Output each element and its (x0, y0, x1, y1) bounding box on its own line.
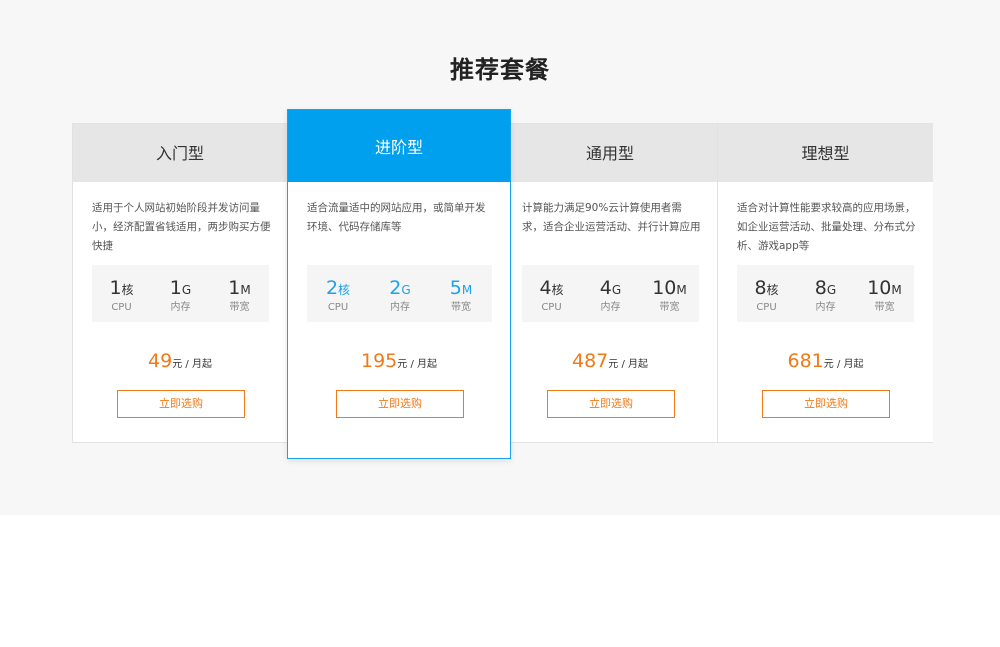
buy-button[interactable]: 立即选购 (547, 390, 675, 418)
price-amount: 49 (148, 350, 173, 372)
spec-value: 1 (228, 277, 241, 299)
plan-price: 487元 / 月起 (503, 350, 717, 372)
spec-label: CPU (756, 302, 777, 313)
plan-price: 681元 / 月起 (718, 350, 933, 372)
spec-value: 4 (599, 277, 612, 299)
plan-name: 进阶型 (288, 110, 510, 182)
plan-specs: 4核 CPU 4G 内存 10M 带宽 (522, 265, 699, 322)
spec-unit: 核 (338, 283, 351, 297)
spec-value: 8 (754, 277, 767, 299)
spec-value: 10 (652, 277, 677, 299)
buy-button[interactable]: 立即选购 (336, 390, 464, 418)
spec-unit: M (676, 283, 687, 297)
spec-unit: G (611, 283, 622, 297)
spec-unit: 核 (766, 283, 779, 297)
spec-unit: 核 (121, 283, 134, 297)
spec-label: 内存 (600, 302, 621, 313)
spec-cpu: 8核 CPU (737, 265, 796, 322)
spec-value: 2 (325, 277, 339, 299)
plan-specs: 2核 CPU 2G 内存 5M 带宽 (307, 265, 492, 322)
plan-description: 计算能力满足90%云计算使用者需求，适合企业运营活动、并行计算应用 (522, 202, 701, 233)
spec-cpu: 4核 CPU (522, 265, 581, 322)
spec-value: 2 (389, 277, 402, 299)
spec-unit: G (181, 283, 192, 297)
plan-description: 适合流量适中的网站应用，或简单开发环境、代码存储库等 (307, 202, 486, 233)
price-suffix: 元 / 月起 (823, 359, 864, 370)
plan-card-general: 通用型 计算能力满足90%云计算使用者需求，适合企业运营活动、并行计算应用 4核… (503, 124, 718, 442)
spec-label: CPU (111, 302, 132, 313)
price-suffix: 元 / 月起 (608, 359, 648, 370)
spec-memory: 1G 内存 (151, 265, 210, 322)
spec-label: 内存 (815, 302, 836, 313)
spec-bandwidth: 10M 带宽 (640, 265, 699, 322)
buy-button[interactable]: 立即选购 (117, 390, 245, 418)
spec-unit: M (240, 283, 251, 297)
spec-label: 带宽 (874, 302, 895, 313)
spec-memory: 4G 内存 (581, 265, 640, 322)
plan-name: 理想型 (718, 124, 933, 182)
spec-label: 带宽 (229, 302, 250, 313)
spec-memory: 2G 内存 (369, 265, 431, 322)
spec-unit: G (826, 283, 837, 297)
plan-name: 通用型 (503, 124, 717, 182)
spec-label: 内存 (390, 302, 410, 313)
price-amount: 195 (361, 350, 398, 372)
spec-unit: G (401, 283, 411, 297)
buy-button[interactable]: 立即选购 (762, 390, 890, 418)
spec-cpu: 1核 CPU (92, 265, 151, 322)
spec-label: CPU (541, 302, 562, 313)
plan-description: 适用于个人网站初始阶段并发访问量小，经济配置省钱适用，两步购买方便快捷 (92, 202, 271, 252)
spec-value: 10 (867, 277, 892, 299)
spec-label: 带宽 (659, 302, 680, 313)
plan-specs: 8核 CPU 8G 内存 10M 带宽 (737, 265, 914, 322)
spec-unit: M (461, 283, 473, 297)
spec-label: 带宽 (451, 302, 471, 313)
spec-label: 内存 (170, 302, 191, 313)
spec-unit: 核 (551, 283, 564, 297)
plan-card-entry: 入门型 适用于个人网站初始阶段并发访问量小，经济配置省钱适用，两步购买方便快捷 … (73, 124, 288, 442)
spec-value: 4 (539, 277, 552, 299)
section-title: 推荐套餐 (450, 56, 550, 84)
spec-bandwidth: 5M 带宽 (430, 265, 492, 322)
spec-value: 8 (814, 277, 827, 299)
spec-label: CPU (327, 302, 349, 313)
plan-card-ideal: 理想型 适合对计算性能要求较高的应用场景，如企业运营活动、批量处理、分布式分析、… (718, 124, 933, 442)
plan-description: 适合对计算性能要求较高的应用场景，如企业运营活动、批量处理、分布式分析、游戏ap… (737, 202, 916, 252)
price-amount: 487 (572, 350, 609, 372)
price-suffix: 元 / 月起 (397, 359, 437, 370)
spec-unit: M (891, 283, 902, 297)
spec-memory: 8G 内存 (796, 265, 855, 322)
plan-name: 入门型 (73, 124, 287, 182)
spec-value: 1 (109, 277, 122, 299)
price-amount: 681 (787, 350, 824, 372)
plan-price: 195元 / 月起 (288, 350, 510, 372)
plan-card-advanced-featured: 进阶型 适合流量适中的网站应用，或简单开发环境、代码存储库等 2核 CPU 2G… (287, 109, 511, 459)
spec-value: 1 (169, 277, 182, 299)
spec-bandwidth: 10M 带宽 (855, 265, 914, 322)
price-suffix: 元 / 月起 (172, 359, 212, 370)
plan-price: 49元 / 月起 (73, 350, 287, 372)
plan-specs: 1核 CPU 1G 内存 1M 带宽 (92, 265, 269, 322)
spec-cpu: 2核 CPU (307, 265, 369, 322)
spec-value: 5 (449, 277, 462, 299)
spec-bandwidth: 1M 带宽 (210, 265, 269, 322)
